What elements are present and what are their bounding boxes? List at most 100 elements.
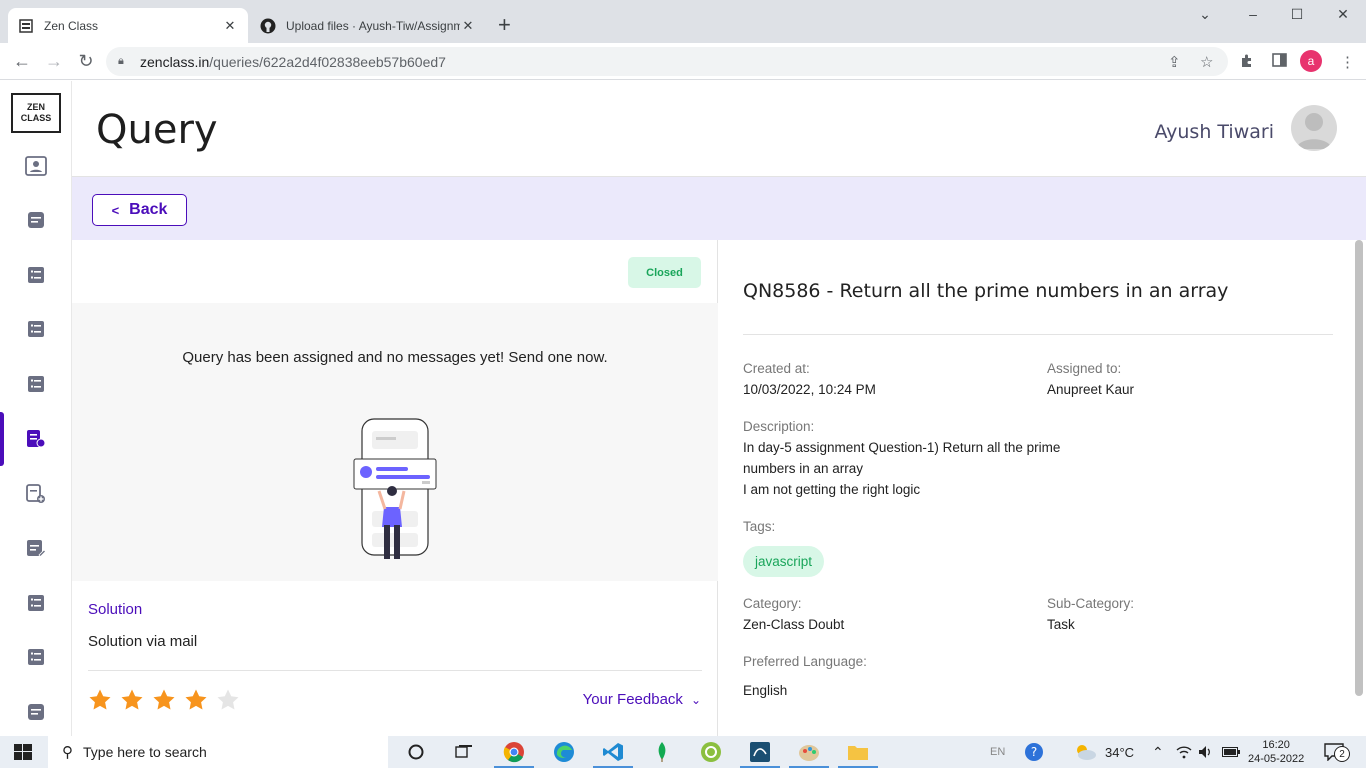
close-tab-icon[interactable]: ✕ [222, 18, 238, 34]
sidebar-item-tasks[interactable] [25, 264, 47, 286]
notification-count-badge: 2 [1334, 746, 1350, 762]
temperature[interactable]: 34°C [1105, 736, 1134, 768]
svg-text:?: ? [1031, 745, 1037, 759]
query-conversation-panel: Closed Query has been assigned and no me… [72, 240, 718, 736]
url-input[interactable]: 🔒︎ zenclass.in/queries/622a2d4f02838eeb5… [106, 47, 1228, 76]
chrome-icon[interactable] [502, 740, 526, 764]
star-filled-icon[interactable] [184, 688, 208, 712]
maximize-icon[interactable]: ☐ [1287, 6, 1307, 23]
cortana-icon[interactable] [404, 740, 428, 764]
close-window-icon[interactable]: ✕ [1333, 6, 1353, 23]
back-bar: < Back [72, 177, 1366, 240]
description-label: Description: [743, 419, 815, 434]
back-button[interactable]: < Back [92, 194, 187, 226]
sidebar-item-capstone[interactable] [25, 373, 47, 395]
profile-avatar[interactable]: a [1300, 50, 1322, 72]
git-client-icon[interactable] [699, 740, 723, 764]
chrome-menu-icon[interactable]: ⋮ [1340, 53, 1355, 71]
search-icon: ⚲ [62, 744, 73, 761]
mysql-workbench-icon[interactable] [748, 740, 772, 764]
tag-chip: javascript [743, 546, 825, 577]
tab-title: Zen Class [44, 18, 99, 33]
back-button-label: Back [129, 201, 168, 218]
task-view-icon[interactable] [452, 740, 476, 764]
volume-icon[interactable] [1198, 736, 1214, 768]
empty-state-illustration [352, 417, 438, 568]
minimize-icon[interactable]: – [1243, 6, 1263, 22]
star-filled-icon[interactable] [152, 688, 176, 712]
checklist-icon [28, 376, 44, 392]
wifi-icon[interactable] [1176, 736, 1192, 768]
forward-arrow-icon[interactable]: → [44, 51, 64, 71]
tab-search-chevron-icon[interactable]: ⌄ [1195, 6, 1215, 23]
star-filled-icon[interactable] [88, 688, 112, 712]
file-explorer-icon[interactable] [846, 740, 870, 764]
input-language[interactable]: EN [990, 736, 1005, 768]
sidebar-item-certificate[interactable] [25, 701, 47, 723]
your-feedback-toggle[interactable]: Your Feedback ⌄ [583, 691, 701, 708]
query-icon [27, 430, 46, 448]
star-filled-icon[interactable] [120, 688, 144, 712]
tab-zen-class[interactable]: Zen Class ✕ [8, 8, 248, 43]
chevron-left-icon: < [111, 202, 120, 218]
github-icon [260, 18, 276, 34]
sidebar-item-interview[interactable] [25, 646, 47, 668]
logo-line2: CLASS [20, 113, 52, 123]
profile-card-icon [25, 156, 47, 176]
bookmark-star-icon[interactable]: ☆ [1200, 53, 1213, 71]
close-tab-icon[interactable]: ✕ [460, 18, 476, 34]
tab-title: Upload files · Ayush-Tiw/Assignm [286, 18, 460, 33]
paint-icon[interactable] [797, 740, 821, 764]
subcategory-label: Sub-Category: [1047, 596, 1135, 611]
browser-tab-bar: Zen Class ✕ Upload files · Ayush-Tiw/Ass… [0, 0, 1366, 43]
logo-line1: ZEN [27, 102, 45, 112]
document-icon [28, 212, 44, 228]
side-panel-icon[interactable] [1272, 53, 1287, 71]
clock-time: 16:20 [1262, 739, 1290, 751]
rating-stars[interactable] [88, 688, 240, 712]
zen-class-logo[interactable]: ZEN CLASS [11, 93, 61, 133]
reload-icon[interactable]: ↻ [76, 51, 96, 71]
address-bar-row: ← → ↻ 🔒︎ zenclass.in/queries/622a2d4f028… [0, 43, 1366, 80]
sidebar-item-requirements[interactable] [25, 483, 47, 505]
user-name[interactable]: Ayush Tiwari [1154, 121, 1274, 143]
sidebar-item-profile[interactable] [25, 155, 47, 177]
clock-date: 24-05-2022 [1248, 753, 1305, 765]
empty-messages-text: Query has been assigned and no messages … [182, 349, 608, 366]
taskbar-search-placeholder: Type here to search [83, 744, 207, 760]
sidebar-item-leaderboard[interactable] [25, 592, 47, 614]
taskbar-search-input[interactable]: ⚲ Type here to search [48, 736, 388, 768]
category-label: Category: [743, 596, 802, 611]
share-icon[interactable]: ⇪ [1168, 53, 1181, 71]
edge-icon[interactable] [552, 740, 576, 764]
extensions-icon[interactable] [1240, 53, 1255, 72]
user-avatar[interactable] [1291, 105, 1337, 151]
back-arrow-icon[interactable]: ← [12, 51, 32, 71]
divider [743, 334, 1333, 335]
clock[interactable]: 16:20 24-05-2022 [1248, 736, 1304, 768]
sidebar-item-syllabus[interactable] [25, 537, 47, 559]
mongodb-icon[interactable] [650, 740, 674, 764]
description-line-1: In day-5 assignment Question-1) Return a… [743, 440, 1061, 455]
star-empty-icon[interactable] [216, 688, 240, 712]
status-badge: Closed [628, 257, 701, 288]
battery-icon[interactable] [1222, 736, 1240, 768]
sidebar-item-class[interactable] [25, 209, 47, 231]
checklist-icon [28, 649, 44, 665]
new-tab-icon[interactable]: + [498, 14, 511, 36]
assigned-label: Assigned to: [1047, 361, 1122, 376]
help-icon[interactable]: ? [1022, 740, 1046, 764]
solution-text: Solution via mail [88, 633, 198, 650]
scrollbar[interactable] [1355, 240, 1363, 696]
checklist-icon [28, 321, 44, 337]
vscode-icon[interactable] [601, 740, 625, 764]
weather-icon[interactable] [1073, 740, 1097, 764]
message-area: Query has been assigned and no messages … [72, 303, 718, 581]
sidebar-item-queries[interactable] [25, 428, 47, 450]
zen-class-favicon-icon [18, 18, 34, 34]
sidebar-active-indicator [0, 412, 4, 466]
sidebar-item-webcode[interactable] [25, 318, 47, 340]
tab-upload-files[interactable]: Upload files · Ayush-Tiw/Assignm ✕ [250, 8, 486, 43]
windows-start-icon[interactable] [14, 744, 32, 765]
chevron-up-icon[interactable]: ⌃ [1152, 736, 1164, 768]
